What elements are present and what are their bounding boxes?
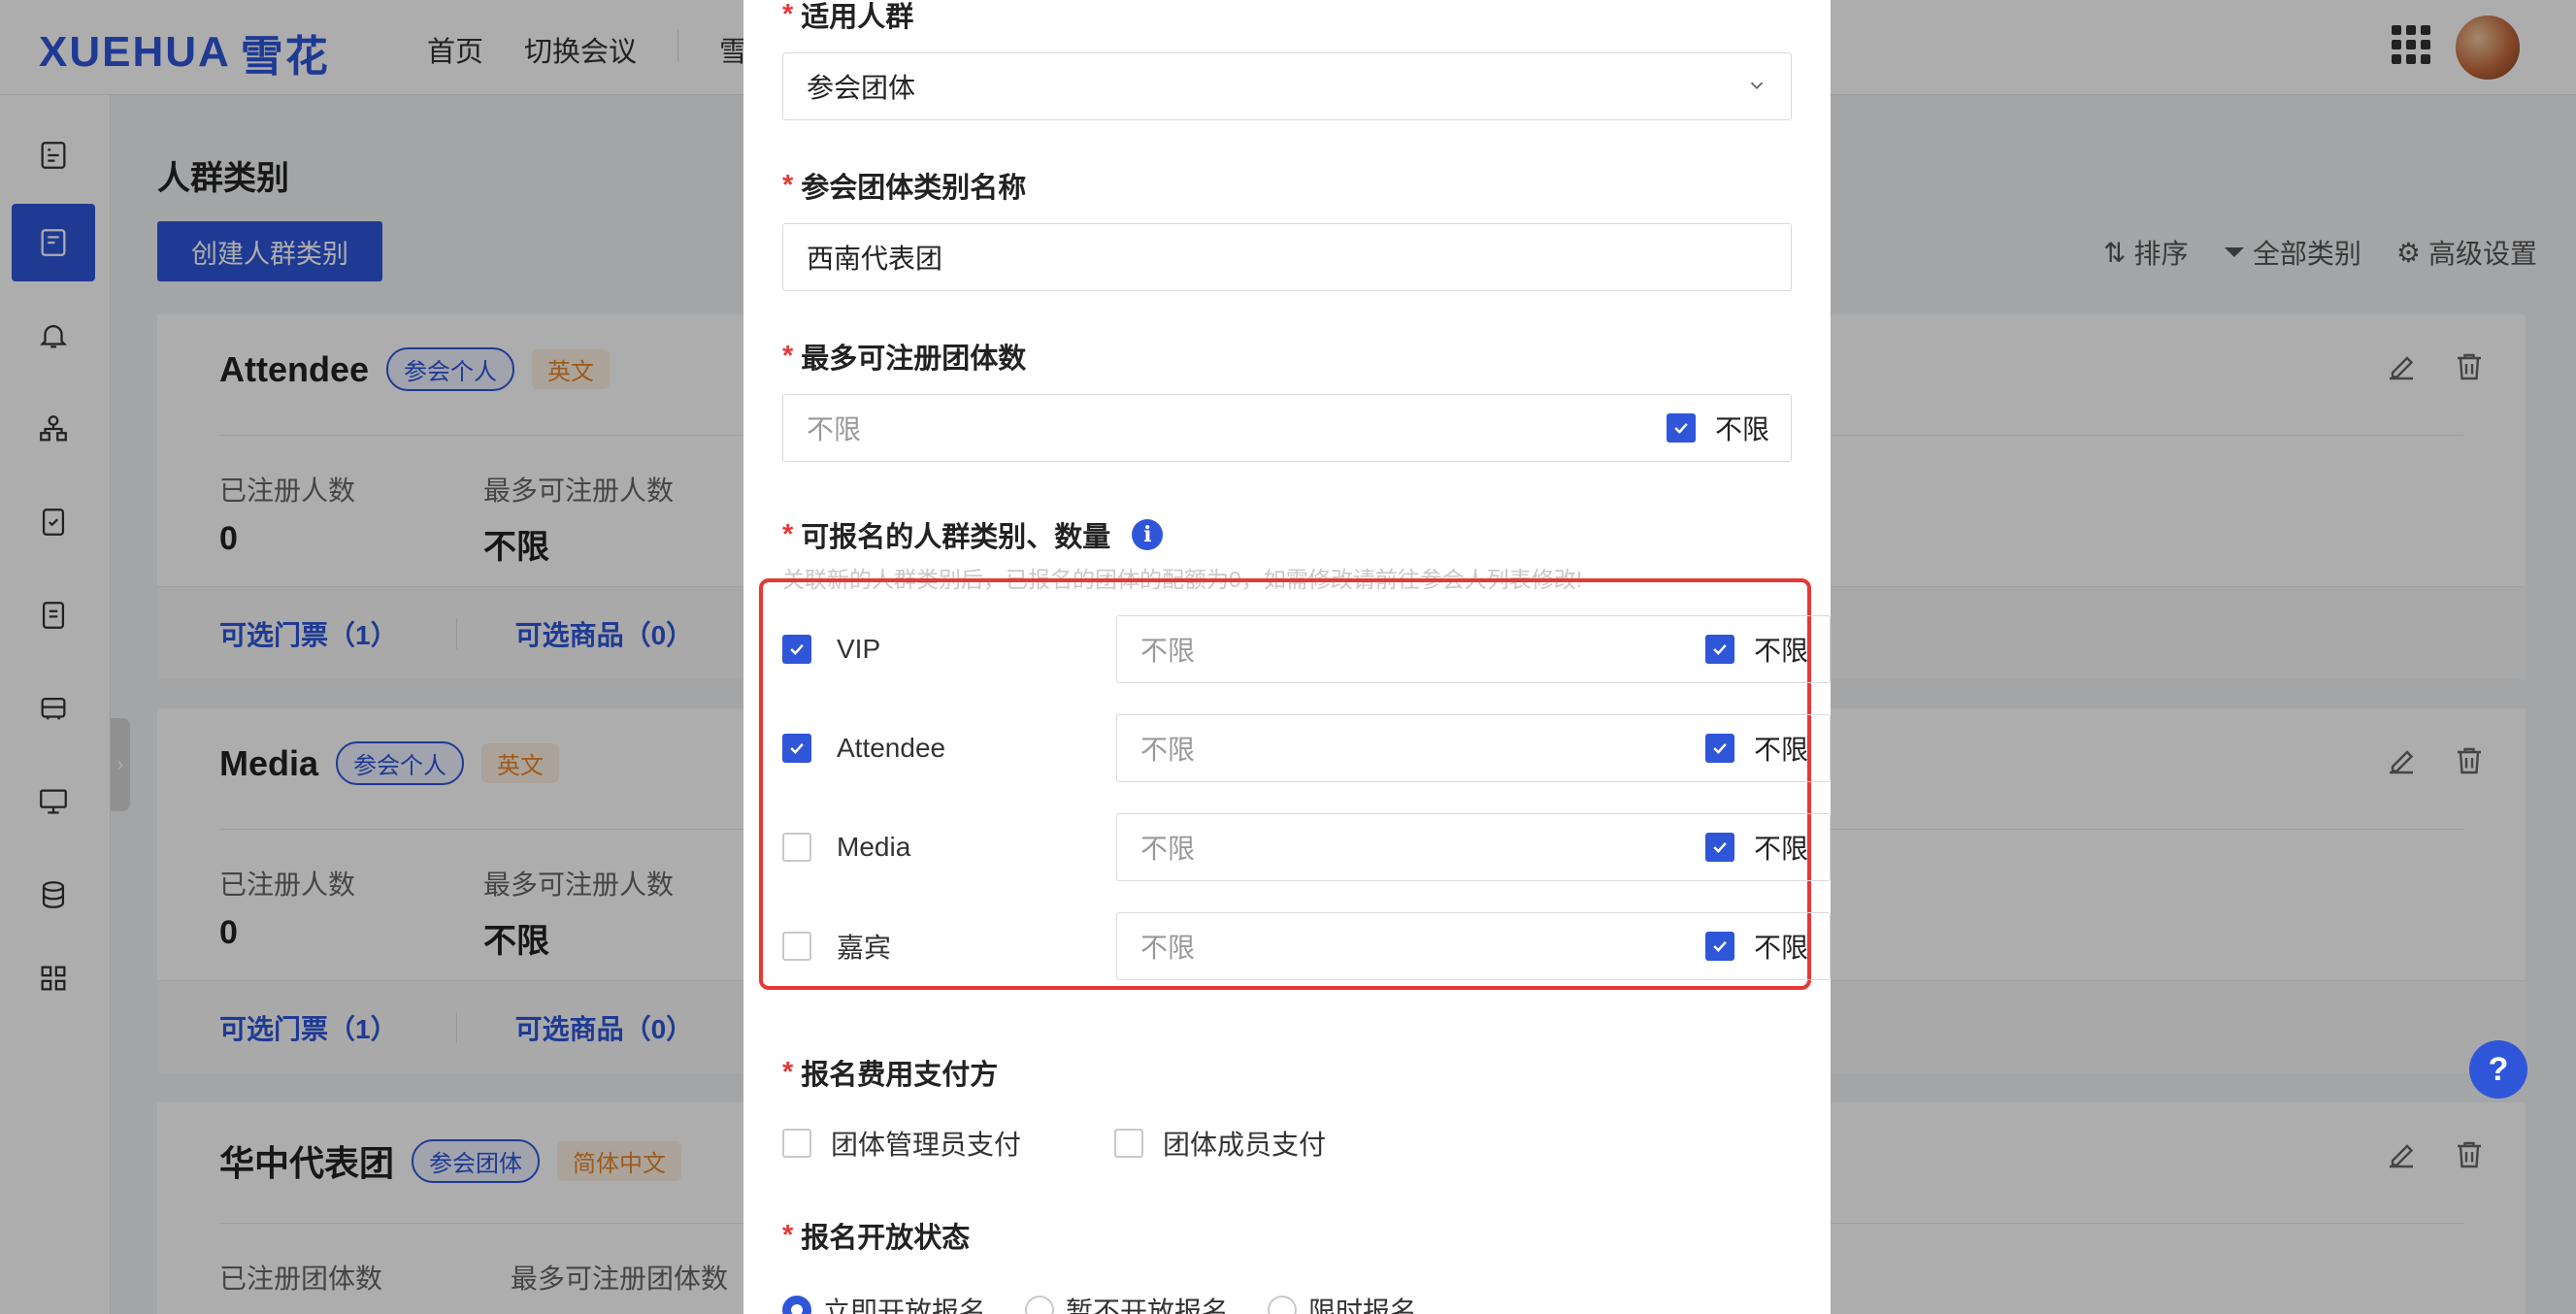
category-name: Attendee bbox=[837, 733, 946, 763]
checkbox-checked-icon bbox=[1666, 413, 1696, 443]
radio-label: 限时报名 bbox=[1308, 1297, 1418, 1314]
checkbox-label: 团体成员支付 bbox=[1163, 1130, 1327, 1160]
category-name: 嘉宾 bbox=[837, 933, 892, 963]
categories-label: * 可报名的人群类别、数量 i bbox=[782, 514, 1164, 555]
label-text: 最多可注册团体数 bbox=[801, 344, 1027, 375]
required-mark: * bbox=[782, 1219, 794, 1251]
checkbox-checked-icon bbox=[1704, 734, 1734, 763]
info-icon[interactable]: i bbox=[1132, 519, 1164, 550]
checkbox-label: 团体管理员支付 bbox=[831, 1130, 1022, 1160]
required-mark: * bbox=[782, 518, 794, 550]
payer-admin-checkbox[interactable]: 团体管理员支付 bbox=[782, 1124, 1021, 1163]
chevron-down-icon bbox=[1750, 82, 1764, 90]
category-name: Media bbox=[837, 832, 911, 862]
max-groups-label: * 最多可注册团体数 bbox=[782, 336, 1026, 377]
unlimited-checkbox[interactable]: 不限 bbox=[1704, 715, 1808, 781]
category-quota-input[interactable]: 不限 不限 bbox=[1116, 813, 1831, 881]
label-text: 可报名的人群类别、数量 bbox=[801, 522, 1111, 553]
placeholder: 不限 bbox=[1140, 636, 1196, 666]
group-name-value: 西南代表团 bbox=[807, 244, 943, 274]
checkbox-label: 不限 bbox=[1714, 414, 1769, 444]
checkbox-unchecked-icon bbox=[782, 1129, 811, 1158]
checkbox-unchecked-icon bbox=[782, 833, 811, 862]
radio-selected-icon bbox=[782, 1296, 811, 1314]
category-quota-input[interactable]: 不限 不限 bbox=[1116, 615, 1831, 683]
checkbox-label: 不限 bbox=[1753, 933, 1808, 963]
category-quota-input[interactable]: 不限 不限 bbox=[1116, 912, 1831, 980]
status-timed-radio[interactable]: 限时报名 bbox=[1268, 1291, 1417, 1314]
unlimited-checkbox[interactable]: 不限 bbox=[1704, 814, 1808, 880]
label-text: 报名费用支付方 bbox=[801, 1060, 999, 1091]
help-button[interactable]: ? bbox=[2469, 1040, 2527, 1099]
label-text: 参会团体类别名称 bbox=[801, 173, 1027, 204]
placeholder: 不限 bbox=[807, 414, 862, 444]
checkbox-unchecked-icon bbox=[1114, 1129, 1143, 1158]
audience-value: 参会团体 bbox=[807, 73, 916, 103]
unlimited-checkbox[interactable]: 不限 bbox=[1666, 395, 1769, 461]
required-mark: * bbox=[782, 340, 794, 372]
category-row: Media 不限 不限 bbox=[782, 813, 1831, 881]
category-checkbox[interactable]: VIP bbox=[782, 615, 880, 683]
label-text: 适用人群 bbox=[801, 2, 914, 33]
payer-label: * 报名费用支付方 bbox=[782, 1052, 998, 1093]
checkbox-label: 不限 bbox=[1753, 834, 1808, 864]
payer-member-checkbox[interactable]: 团体成员支付 bbox=[1114, 1124, 1326, 1163]
checkbox-checked-icon bbox=[782, 635, 811, 664]
placeholder: 不限 bbox=[1140, 834, 1196, 864]
category-name: VIP bbox=[837, 634, 881, 664]
category-checkbox[interactable]: 嘉宾 bbox=[782, 912, 891, 980]
group-name-label: * 参会团体类别名称 bbox=[782, 165, 1026, 206]
radio-unselected-icon bbox=[1268, 1296, 1298, 1314]
placeholder: 不限 bbox=[1140, 735, 1196, 765]
checkbox-checked-icon bbox=[1704, 635, 1734, 664]
unlimited-checkbox[interactable]: 不限 bbox=[1704, 913, 1808, 979]
max-groups-input[interactable]: 不限 不限 bbox=[782, 394, 1792, 462]
required-mark: * bbox=[782, 169, 794, 201]
checkbox-label: 不限 bbox=[1753, 636, 1808, 666]
category-edit-modal: * 适用人群 参会团体 * 参会团体类别名称 西南代表团 * 最多可注册团体数 … bbox=[743, 0, 1831, 1314]
checkbox-checked-icon bbox=[1704, 932, 1734, 961]
category-quota-input[interactable]: 不限 不限 bbox=[1116, 714, 1831, 782]
required-mark: * bbox=[782, 1056, 794, 1088]
category-row: 嘉宾 不限 不限 bbox=[782, 912, 1831, 980]
checkbox-label: 不限 bbox=[1753, 735, 1808, 765]
group-name-input[interactable]: 西南代表团 bbox=[782, 223, 1792, 291]
category-checkbox[interactable]: Media bbox=[782, 813, 910, 881]
placeholder: 不限 bbox=[1140, 933, 1196, 963]
checkbox-checked-icon bbox=[1704, 833, 1734, 862]
radio-label: 立即开放报名 bbox=[823, 1297, 987, 1314]
unlimited-checkbox[interactable]: 不限 bbox=[1704, 616, 1808, 682]
radio-label: 暂不开放报名 bbox=[1066, 1297, 1230, 1314]
category-row: Attendee 不限 不限 bbox=[782, 714, 1831, 782]
status-open-now-radio[interactable]: 立即开放报名 bbox=[782, 1291, 986, 1314]
label-text: 报名开放状态 bbox=[801, 1223, 971, 1254]
status-label: * 报名开放状态 bbox=[782, 1215, 970, 1256]
status-radio-group: 立即开放报名 暂不开放报名 限时报名 bbox=[782, 1291, 1417, 1314]
category-checkbox[interactable]: Attendee bbox=[782, 714, 945, 782]
checkbox-unchecked-icon bbox=[782, 932, 811, 961]
category-row: VIP 不限 不限 bbox=[782, 615, 1831, 683]
audience-label: * 适用人群 bbox=[782, 0, 913, 35]
status-closed-radio[interactable]: 暂不开放报名 bbox=[1025, 1291, 1229, 1314]
required-mark: * bbox=[782, 0, 794, 30]
audience-select[interactable]: 参会团体 bbox=[782, 52, 1792, 120]
radio-unselected-icon bbox=[1025, 1296, 1055, 1314]
checkbox-checked-icon bbox=[782, 734, 811, 763]
